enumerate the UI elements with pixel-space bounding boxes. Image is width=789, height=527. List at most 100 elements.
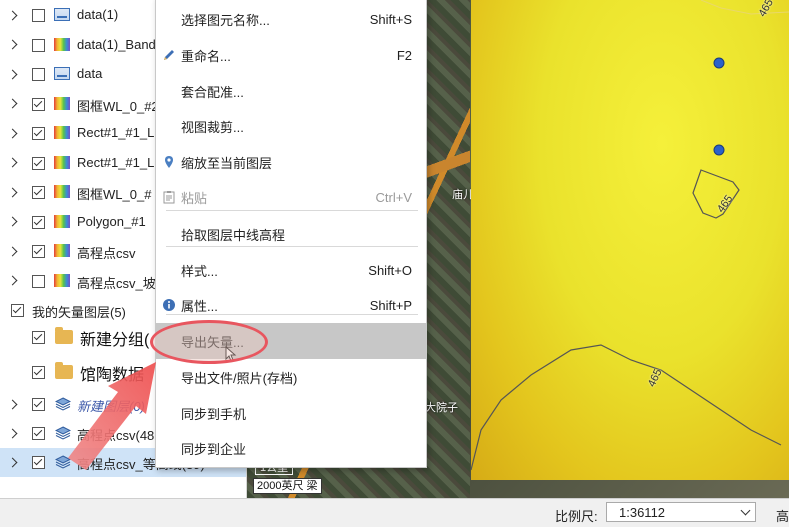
menu-item-label: 属性...	[181, 298, 218, 314]
menu-item-shortcut: Ctrl+V	[375, 189, 412, 205]
elevation-heatmap: 465 465 465	[471, 0, 789, 480]
layer-visibility-checkbox[interactable]	[32, 156, 45, 170]
menu-item-label: 粘贴	[181, 190, 208, 206]
menu-item[interactable]: 重命名... F2	[156, 37, 426, 73]
chevron-right-icon[interactable]	[6, 39, 18, 51]
layer-label: Polygon_#1	[77, 213, 146, 229]
menu-separator	[166, 246, 418, 247]
menu-separator	[166, 314, 418, 315]
elevation-point[interactable]	[713, 57, 725, 69]
context-menu: 选择图元名称... Shift+S 重命名... F2 套合配准... 视图裁剪... 缩放…	[155, 0, 427, 468]
rainbow-raster-icon	[54, 96, 70, 110]
menu-item[interactable]: 属性... Shift+P	[156, 287, 426, 323]
menu-separator	[166, 210, 418, 211]
rainbow-raster-icon	[54, 37, 70, 51]
layer-visibility-checkbox[interactable]	[32, 186, 45, 199]
raster-icon	[54, 8, 70, 21]
chevron-right-icon[interactable]	[6, 157, 18, 169]
contour-line	[471, 344, 782, 471]
place-label: 大院子	[425, 402, 458, 414]
menu-item[interactable]: 同步到手机	[156, 395, 426, 431]
layer-visibility-checkbox[interactable]	[32, 9, 45, 22]
chevron-right-icon[interactable]	[6, 127, 18, 139]
menu-item[interactable]: 样式... Shift+O	[156, 252, 426, 288]
layer-visibility-checkbox[interactable]	[32, 398, 45, 411]
raster-icon	[54, 67, 70, 80]
layer-label: 图框WL_0_#	[77, 187, 152, 202]
rainbow-raster-icon	[54, 155, 70, 169]
scale-place-text: 梁	[306, 480, 318, 492]
scale-bar-ft: 2000英尺 梁	[253, 478, 322, 494]
rainbow-raster-icon	[54, 185, 70, 198]
scale-label: 比例尺:	[555, 509, 598, 524]
menu-item-label: 套合配准...	[181, 84, 244, 100]
menu-item-label: 同步到企业	[181, 441, 247, 457]
contour-layer	[471, 0, 789, 471]
layer-visibility-checkbox[interactable]	[32, 427, 45, 440]
menu-item[interactable]: 同步到企业	[156, 430, 426, 466]
rainbow-raster-icon	[54, 126, 70, 139]
chevron-right-icon[interactable]	[6, 245, 18, 257]
menu-item-shortcut: Shift+P	[369, 297, 412, 313]
layer-label: Rect#1_#1_L	[77, 125, 155, 140]
group-label: 我的矢量图层(5)	[32, 305, 126, 320]
chevron-right-icon[interactable]	[6, 68, 18, 80]
clipboard-icon	[162, 190, 176, 204]
layer-label: data(1)	[77, 7, 119, 22]
menu-item[interactable]: 缩放至当前图层	[156, 144, 426, 180]
chevron-right-icon[interactable]	[6, 427, 18, 439]
menu-item-label: 导出文件/照片(存档)	[181, 370, 298, 386]
menu-item-label: 重命名...	[181, 48, 231, 64]
layer-visibility-checkbox[interactable]	[32, 38, 45, 52]
layer-label: data	[77, 66, 103, 81]
layer-visibility-checkbox[interactable]	[32, 274, 45, 288]
status-extra-text: 高	[776, 509, 789, 524]
layer-visibility-checkbox[interactable]	[32, 366, 45, 379]
contour-line	[692, 169, 740, 219]
chevron-right-icon[interactable]	[6, 216, 18, 228]
info-icon	[162, 298, 176, 312]
scale-ft-text: 2000英尺	[257, 480, 304, 492]
scale-select[interactable]: 1:36112	[606, 502, 756, 522]
layer-label: 高程点csv	[77, 246, 136, 261]
menu-item-label: 选择图元名称...	[181, 12, 270, 28]
menu-item-shortcut: Shift+S	[369, 11, 412, 27]
layer-visibility-checkbox[interactable]	[32, 97, 45, 111]
menu-item[interactable]: 导出文件/照片(存档)	[156, 359, 426, 395]
layer-label: Rect#1_#1_L	[77, 154, 155, 170]
elevation-point[interactable]	[713, 144, 725, 156]
menu-item-label: 视图裁剪...	[181, 119, 244, 135]
chevron-down-icon[interactable]	[740, 505, 751, 516]
menu-item[interactable]: 套合配准...	[156, 73, 426, 109]
chevron-right-icon[interactable]	[6, 9, 18, 21]
rainbow-raster-icon	[54, 244, 70, 257]
layer-label: data(1)_Band	[77, 36, 156, 52]
group-visibility-checkbox[interactable]	[11, 304, 24, 317]
chevron-right-icon[interactable]	[6, 98, 18, 110]
layer-visibility-checkbox[interactable]	[32, 456, 45, 469]
scale-value: 1:36112	[619, 505, 666, 520]
menu-item-label: 样式...	[181, 263, 218, 279]
layer-label: 图框WL_0_#2	[77, 98, 159, 114]
rainbow-raster-icon	[54, 214, 70, 228]
layer-label: 高程点csv_坡	[77, 275, 156, 291]
layer-visibility-checkbox[interactable]	[32, 245, 45, 258]
layer-visibility-checkbox[interactable]	[32, 215, 45, 229]
menu-item-label: 拾取图层中线高程	[181, 227, 286, 243]
menu-item-label: 同步到手机	[181, 406, 247, 422]
chevron-right-icon[interactable]	[6, 186, 18, 198]
layer-visibility-checkbox[interactable]	[32, 331, 45, 344]
chevron-right-icon[interactable]	[6, 456, 18, 468]
menu-item-shortcut: F2	[396, 47, 412, 63]
menu-item[interactable]: 视图裁剪...	[156, 108, 426, 144]
chevron-right-icon[interactable]	[6, 275, 18, 287]
menu-item[interactable]: 选择图元名称... Shift+S	[156, 1, 426, 37]
rainbow-raster-icon	[54, 273, 70, 287]
layer-visibility-checkbox[interactable]	[32, 127, 45, 140]
menu-item-label: 缩放至当前图层	[181, 155, 273, 171]
arrow-annotation-icon	[68, 362, 156, 470]
chevron-right-icon[interactable]	[6, 398, 18, 410]
status-bar: 比例尺: 1:36112 高	[0, 498, 789, 527]
menu-item-shortcut: Shift+O	[368, 262, 412, 278]
layer-visibility-checkbox[interactable]	[32, 68, 45, 81]
